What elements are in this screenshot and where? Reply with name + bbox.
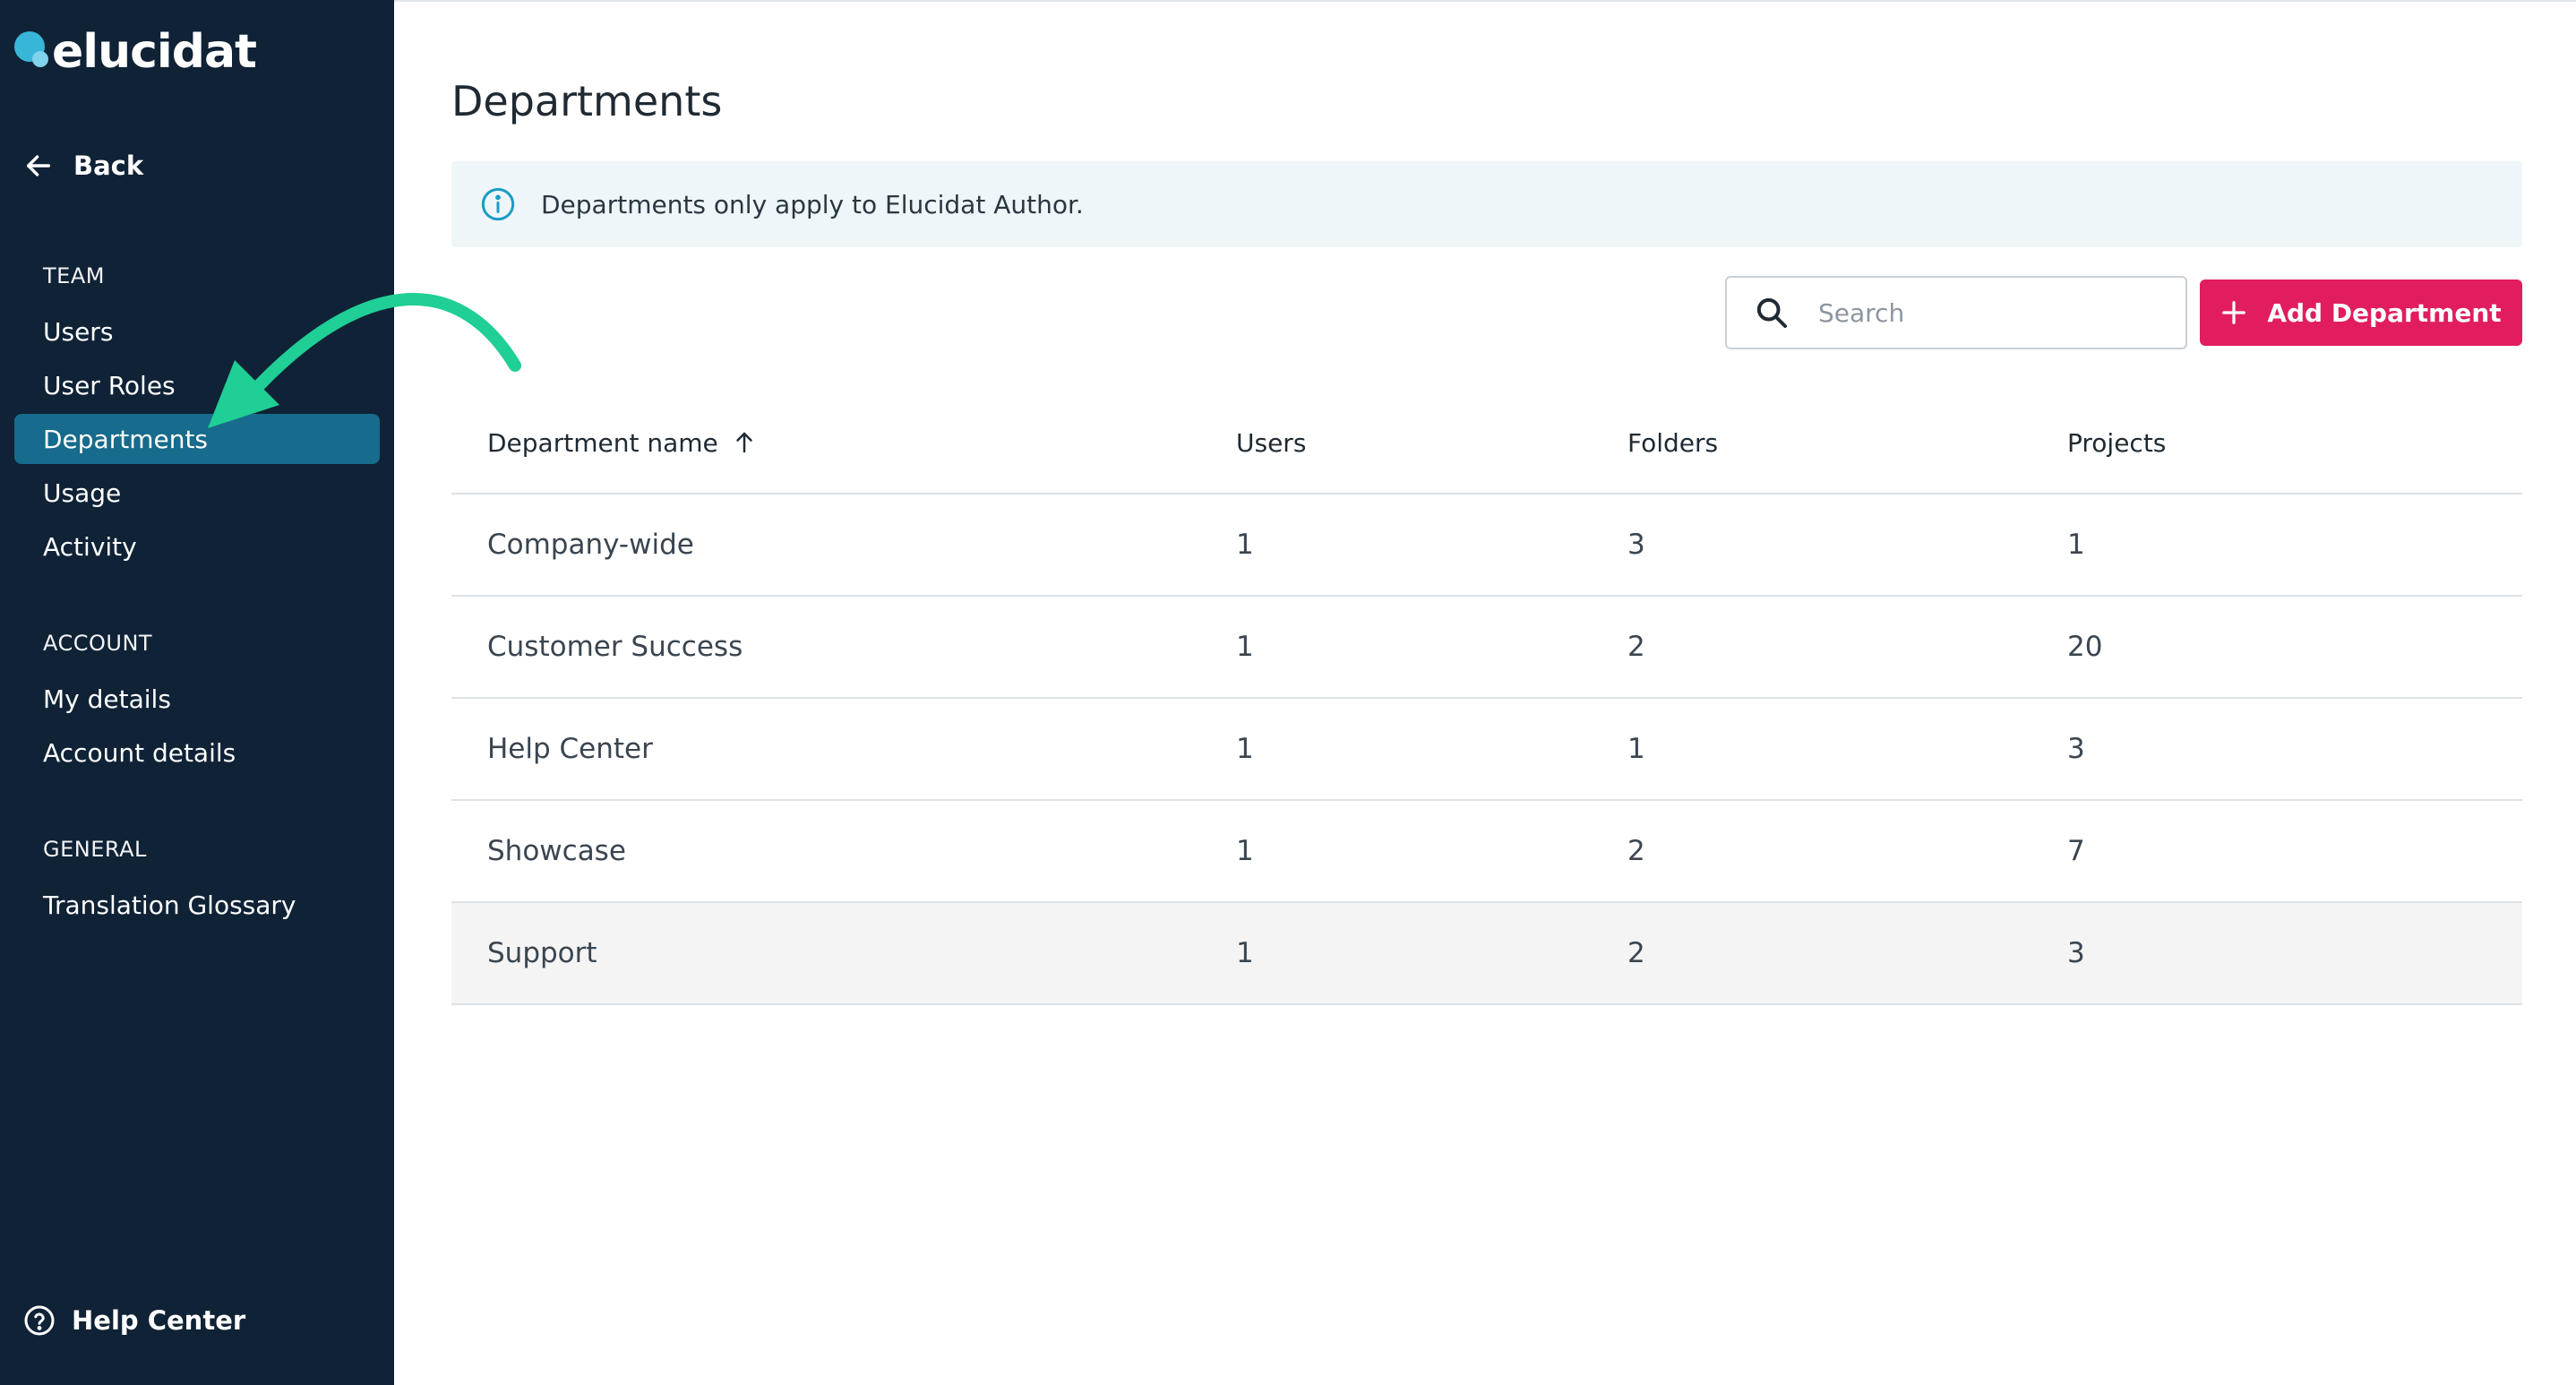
sidebar-item-activity[interactable]: Activity xyxy=(14,521,380,572)
cell-users: 1 xyxy=(1236,937,1254,969)
cell-users: 1 xyxy=(1236,529,1254,561)
table-header: Department name Users Folders Projects xyxy=(451,392,2522,495)
table-row[interactable]: Customer Success 1 2 20 xyxy=(451,597,2522,699)
logo-text: elucidat xyxy=(52,25,257,79)
column-header-department-name[interactable]: Department name xyxy=(451,428,1236,458)
cell-department-name: Company-wide xyxy=(487,529,694,561)
elucidat-logo[interactable]: elucidat xyxy=(14,25,257,79)
cell-department-name: Customer Success xyxy=(487,631,743,663)
help-center-label: Help Center xyxy=(72,1305,246,1336)
sidebar-item-users[interactable]: Users xyxy=(14,306,380,357)
logo-icon xyxy=(14,31,50,73)
cell-folders: 2 xyxy=(1627,631,1645,663)
help-circle-icon xyxy=(24,1305,55,1336)
add-department-button[interactable]: Add Department xyxy=(2200,280,2522,346)
search-input[interactable] xyxy=(1816,297,2157,329)
table-row[interactable]: Showcase 1 2 7 xyxy=(451,801,2522,903)
add-department-label: Add Department xyxy=(2267,297,2502,328)
sidebar-item-label: Activity xyxy=(43,531,137,562)
info-text: Departments only apply to Elucidat Autho… xyxy=(541,189,1084,219)
departments-table: Department name Users Folders Projects C… xyxy=(451,392,2522,1005)
back-link[interactable]: Back xyxy=(23,151,143,181)
cell-projects: 3 xyxy=(2067,937,2085,969)
cell-users: 1 xyxy=(1236,631,1254,663)
cell-folders: 2 xyxy=(1627,835,1645,867)
info-banner: Departments only apply to Elucidat Autho… xyxy=(451,161,2522,247)
arrow-up-icon xyxy=(736,432,752,453)
cell-users: 1 xyxy=(1236,733,1254,765)
main-content: Departments Departments only apply to El… xyxy=(394,0,2576,1385)
info-icon xyxy=(481,187,515,221)
cell-projects: 7 xyxy=(2067,835,2085,867)
sidebar: elucidat Back TEAM Users User Roles Depa… xyxy=(0,0,394,1385)
column-header-users[interactable]: Users xyxy=(1236,428,1627,458)
search-icon xyxy=(1756,297,1787,328)
back-label: Back xyxy=(73,151,144,181)
cell-folders: 3 xyxy=(1627,529,1645,561)
sidebar-item-label: Users xyxy=(43,316,114,347)
cell-folders: 2 xyxy=(1627,937,1645,969)
sidebar-item-account-details[interactable]: Account details xyxy=(14,727,380,778)
nav-section-team: TEAM xyxy=(43,263,105,288)
sidebar-item-label: User Roles xyxy=(43,370,176,400)
nav-section-account: ACCOUNT xyxy=(43,631,153,656)
sidebar-item-user-roles[interactable]: User Roles xyxy=(14,360,380,410)
sidebar-item-translation-glossary[interactable]: Translation Glossary xyxy=(14,880,380,930)
sidebar-item-usage[interactable]: Usage xyxy=(14,468,380,518)
search-box[interactable] xyxy=(1725,276,2187,349)
table-row[interactable]: Company-wide 1 3 1 xyxy=(451,495,2522,597)
app-window: elucidat Back TEAM Users User Roles Depa… xyxy=(0,0,2576,1385)
column-header-folders[interactable]: Folders xyxy=(1627,428,2067,458)
cell-projects: 3 xyxy=(2067,733,2085,765)
cell-users: 1 xyxy=(1236,835,1254,867)
page-title: Departments xyxy=(451,77,723,125)
plus-icon xyxy=(2222,301,2246,324)
table-row[interactable]: Help Center 1 1 3 xyxy=(451,699,2522,801)
sidebar-item-label: Translation Glossary xyxy=(43,890,296,920)
table-row[interactable]: Support 1 2 3 xyxy=(451,903,2522,1005)
cell-projects: 20 xyxy=(2067,631,2103,663)
cell-department-name: Showcase xyxy=(487,835,626,867)
column-header-projects[interactable]: Projects xyxy=(2067,428,2522,458)
sidebar-item-label: Account details xyxy=(43,737,236,768)
sidebar-item-label: Usage xyxy=(43,477,122,508)
sidebar-item-departments[interactable]: Departments xyxy=(14,414,380,464)
cell-department-name: Support xyxy=(487,937,597,969)
sidebar-item-label: Departments xyxy=(43,424,209,454)
arrow-left-icon xyxy=(26,155,51,176)
sidebar-item-my-details[interactable]: My details xyxy=(14,674,380,724)
cell-folders: 1 xyxy=(1627,733,1645,765)
help-center-link[interactable]: Help Center xyxy=(23,1304,245,1337)
cell-projects: 1 xyxy=(2067,529,2085,561)
nav-section-general: GENERAL xyxy=(43,837,147,862)
sidebar-item-label: My details xyxy=(43,684,171,714)
cell-department-name: Help Center xyxy=(487,733,653,765)
